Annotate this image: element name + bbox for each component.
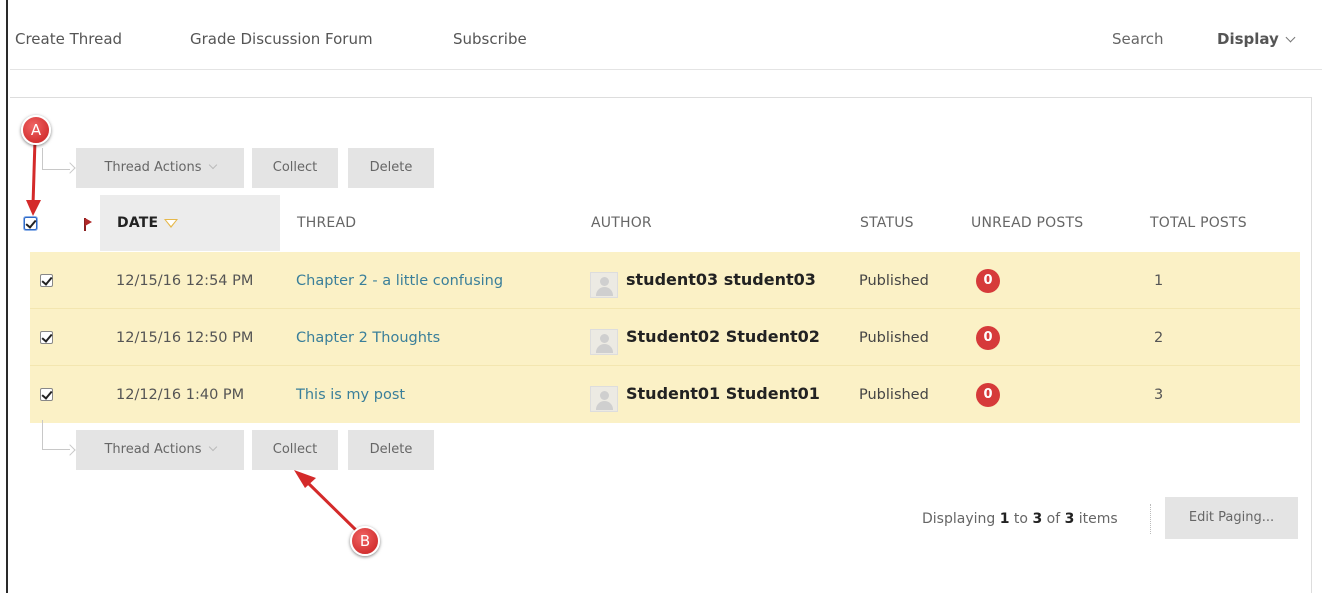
paging-total: 3 <box>1064 511 1075 527</box>
display-menu[interactable]: Display <box>1217 30 1296 48</box>
bottom-action-bar: Thread Actions Collect Delete <box>42 420 442 470</box>
total-posts-count: 2 <box>1154 330 1164 346</box>
row-date: 12/15/16 12:54 PM <box>116 273 254 289</box>
unread-posts-column-header[interactable]: UNREAD POSTS <box>971 215 1083 231</box>
date-header-label: DATE <box>117 215 159 231</box>
connector-line <box>42 420 70 450</box>
author-name[interactable]: Student02 Student02 <box>626 327 820 346</box>
author-column-header[interactable]: AUTHOR <box>591 215 652 231</box>
thread-actions-button[interactable]: Thread Actions <box>76 148 244 188</box>
thread-actions-label: Thread Actions <box>104 160 202 175</box>
annotation-marker-b: B <box>350 526 380 556</box>
thread-link[interactable]: This is my post <box>296 387 405 403</box>
paging-to: 3 <box>1032 511 1043 527</box>
create-thread-button[interactable]: Create Thread <box>15 30 122 48</box>
top-action-bar: Thread Actions Collect Delete <box>42 148 442 188</box>
paging-from: 1 <box>999 511 1010 527</box>
avatar <box>590 329 618 355</box>
forum-toolbar: Create Thread Grade Discussion Forum Sub… <box>10 0 1322 70</box>
status-text: Published <box>859 387 929 403</box>
paging-suffix: items <box>1078 511 1118 527</box>
chevron-down-icon <box>208 442 217 452</box>
unread-count-badge[interactable]: 0 <box>976 269 1000 293</box>
table-row: 12/15/16 12:50 PM Chapter 2 Thoughts Stu… <box>30 309 1300 366</box>
chevron-down-icon <box>1285 32 1296 43</box>
author-name[interactable]: student03 student03 <box>626 270 816 289</box>
status-text: Published <box>859 330 929 346</box>
date-column-header[interactable]: DATE <box>117 215 179 231</box>
select-all-checkbox[interactable] <box>24 217 37 230</box>
row-checkbox[interactable] <box>40 388 53 401</box>
search-button[interactable]: Search <box>1112 30 1164 48</box>
paging-prefix: Displaying <box>922 511 996 527</box>
thread-link[interactable]: Chapter 2 Thoughts <box>296 330 440 346</box>
total-posts-column-header[interactable]: TOTAL POSTS <box>1150 215 1247 231</box>
collect-button[interactable]: Collect <box>252 430 338 470</box>
row-checkbox[interactable] <box>40 331 53 344</box>
chevron-down-icon <box>208 160 217 170</box>
thread-actions-label: Thread Actions <box>104 442 202 457</box>
unread-count-badge[interactable]: 0 <box>976 326 1000 350</box>
avatar <box>590 272 618 298</box>
page-frame: Create Thread Grade Discussion Forum Sub… <box>6 0 1322 593</box>
collect-button[interactable]: Collect <box>252 148 338 188</box>
annotation-marker-a: A <box>21 115 51 145</box>
unread-count-badge[interactable]: 0 <box>976 383 1000 407</box>
thread-actions-button[interactable]: Thread Actions <box>76 430 244 470</box>
display-label: Display <box>1217 30 1279 48</box>
delete-button[interactable]: Delete <box>348 430 434 470</box>
sort-triangle-icon <box>164 219 179 228</box>
avatar <box>590 386 618 412</box>
row-date: 12/12/16 1:40 PM <box>116 387 245 403</box>
thread-link[interactable]: Chapter 2 - a little confusing <box>296 273 503 289</box>
flag-icon[interactable] <box>82 218 94 232</box>
total-posts-count: 3 <box>1154 387 1164 403</box>
status-column-header[interactable]: STATUS <box>860 215 914 231</box>
edit-paging-button[interactable]: Edit Paging... <box>1165 497 1298 539</box>
status-text: Published <box>859 273 929 289</box>
table-row: 12/12/16 1:40 PM This is my post Student… <box>30 366 1300 423</box>
paging-divider <box>1150 504 1151 534</box>
author-name[interactable]: Student01 Student01 <box>626 384 820 403</box>
thread-column-header[interactable]: THREAD <box>297 215 356 231</box>
row-checkbox[interactable] <box>40 274 53 287</box>
table-row: 12/15/16 12:54 PM Chapter 2 - a little c… <box>30 252 1300 309</box>
total-posts-count: 1 <box>1154 273 1164 289</box>
paging-to-word: to <box>1013 511 1028 527</box>
table-header: DATE THREAD AUTHOR STATUS UNREAD POSTS T… <box>22 195 1300 251</box>
row-date: 12/15/16 12:50 PM <box>116 330 254 346</box>
subscribe-button[interactable]: Subscribe <box>453 30 527 48</box>
paging-info: Displaying 1 to 3 of 3 items <box>922 511 1118 527</box>
delete-button[interactable]: Delete <box>348 148 434 188</box>
grade-discussion-forum-button[interactable]: Grade Discussion Forum <box>190 30 373 48</box>
paging-of-word: of <box>1046 511 1061 527</box>
thread-list-panel: Thread Actions Collect Delete DATE THREA… <box>10 97 1312 593</box>
